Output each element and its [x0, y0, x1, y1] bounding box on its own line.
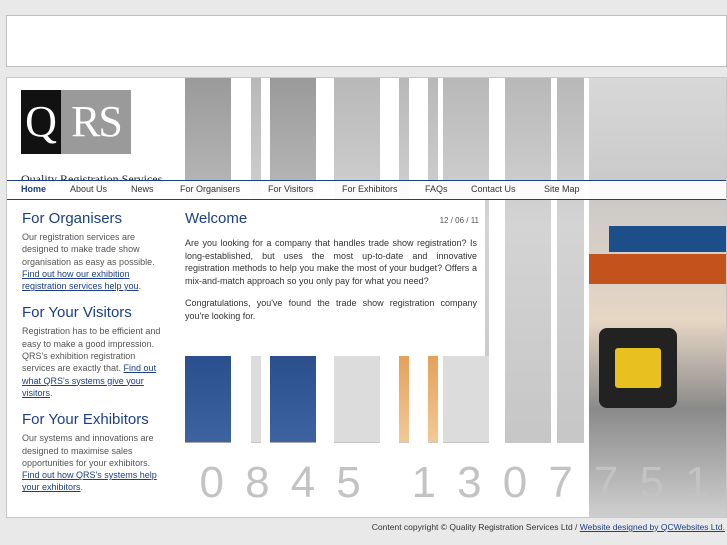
footer-copyright: Content copyright © Quality Registration…	[371, 522, 580, 532]
welcome-panel: Welcome 12 / 06 / 11 Are you looking for…	[185, 200, 485, 356]
phone-digit: 1	[685, 458, 710, 507]
phone-gap	[371, 458, 401, 508]
welcome-paragraph: Congratulations, you've found the trade …	[185, 298, 477, 321]
nav-item-news[interactable]: News	[131, 184, 154, 194]
phone-digit: 3	[457, 458, 482, 507]
visitors-text: Registration has to be efficient and eas…	[22, 325, 162, 399]
qrs-logo[interactable]: Q RS Quality Registration Services	[21, 90, 181, 187]
collage-strip	[505, 78, 551, 443]
visitors-heading: For Your Visitors	[22, 304, 132, 322]
organisers-link[interactable]: Find out how our exhibition registration…	[22, 269, 139, 291]
logo-letter-q: Q	[21, 90, 61, 154]
footer: Content copyright © Quality Registration…	[372, 522, 725, 532]
exhibitors-link[interactable]: Find out how QRS's systems help your exh…	[22, 470, 157, 492]
organisers-text: Our registration services are designed t…	[22, 231, 162, 292]
collage-block	[399, 356, 409, 442]
collage-block	[185, 356, 231, 442]
welcome-title: Welcome	[185, 210, 248, 227]
phone-digit: 8	[245, 458, 270, 507]
main-panel: 0 8 4 5 1 3 0 7 7 5 1 Q RS Quality Regis…	[6, 77, 727, 518]
nav-item-about-us[interactable]: About Us	[70, 184, 107, 194]
organisers-heading: For Organisers	[22, 210, 123, 227]
nav-item-home[interactable]: Home	[21, 184, 46, 194]
nav-item-site-map[interactable]: Site Map	[544, 184, 580, 194]
nav-item-contact-us[interactable]: Contact Us	[471, 184, 516, 194]
exhibitors-text: Our systems and innovations are designed…	[22, 432, 162, 493]
nav-item-for-organisers[interactable]: For Organisers	[180, 184, 240, 194]
welcome-date: 12 / 06 / 11	[439, 216, 479, 225]
collage-block	[270, 356, 316, 442]
phone-digit: 7	[593, 458, 619, 507]
collage-block	[251, 356, 261, 442]
nav-item-faqs[interactable]: FAQs	[425, 184, 448, 194]
footer-designer-link[interactable]: Website designed by QCWebsites Ltd.	[580, 522, 725, 532]
welcome-header: Welcome 12 / 06 / 11	[185, 210, 485, 227]
photo-banner	[589, 254, 726, 284]
collage-strip	[557, 78, 584, 443]
logo-letters-rs: RS	[61, 90, 131, 154]
main-nav: Home About Us News For Organisers For Vi…	[7, 180, 726, 200]
phone-digit: 4	[290, 458, 316, 507]
page: 0 8 4 5 1 3 0 7 7 5 1 Q RS Quality Regis…	[0, 0, 727, 545]
nav-item-for-exhibitors[interactable]: For Exhibitors	[342, 184, 398, 194]
exhibitors-body: Our systems and innovations are designed…	[22, 433, 154, 468]
organisers-period: .	[138, 281, 142, 292]
header-banner	[6, 15, 727, 67]
collage-block	[428, 356, 438, 442]
logo-mark: Q RS	[21, 90, 131, 154]
phone-digit: 1	[411, 458, 437, 507]
exhibitors-heading: For Your Exhibitors	[22, 411, 149, 429]
visitors-period: .	[50, 387, 53, 398]
phone-digit: 0	[199, 458, 225, 507]
organisers-body: Our registration services are designed t…	[22, 232, 155, 267]
registration-device-photo	[589, 78, 726, 517]
exhibitors-period: .	[80, 482, 84, 493]
nav-item-for-visitors[interactable]: For Visitors	[268, 184, 313, 194]
phone-digit: 7	[548, 458, 573, 507]
sidebar: For Organisers Our registration services…	[7, 200, 179, 517]
collage-block	[443, 356, 489, 442]
phone-digit: 0	[502, 458, 528, 507]
scanner-device	[599, 328, 677, 408]
photo-banner	[609, 226, 726, 252]
collage-block	[334, 356, 380, 442]
phone-number: 0 8 4 5 1 3 0 7 7 5 1	[185, 458, 726, 508]
welcome-paragraph: Are you looking for a company that handl…	[185, 238, 477, 286]
phone-digit: 5	[336, 458, 361, 507]
phone-digit: 5	[639, 458, 664, 507]
